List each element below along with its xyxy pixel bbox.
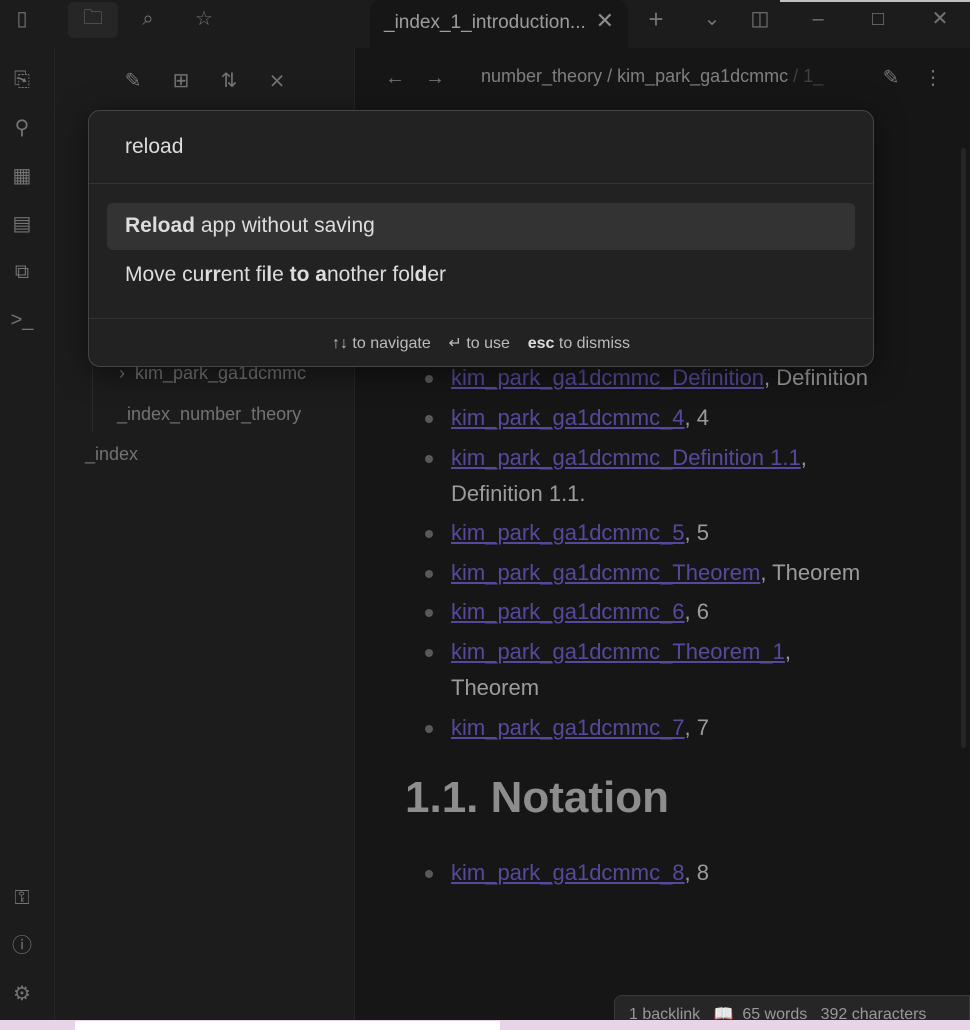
taskbar-window[interactable] <box>75 1021 500 1030</box>
command-palette: Reload app without saving Move current f… <box>88 110 874 367</box>
suggestion-item[interactable]: Reload app without saving <box>107 203 855 250</box>
suggestion-item[interactable]: Move current file to another folder <box>107 252 855 299</box>
palette-instructions: ↑↓ to navigate ↵ to use esc to dismiss <box>89 318 873 366</box>
command-search-input[interactable] <box>89 111 873 184</box>
arrows-icon: ↑↓ <box>331 335 348 352</box>
enter-icon: ↵ <box>448 335 462 352</box>
taskbar <box>0 1020 970 1030</box>
